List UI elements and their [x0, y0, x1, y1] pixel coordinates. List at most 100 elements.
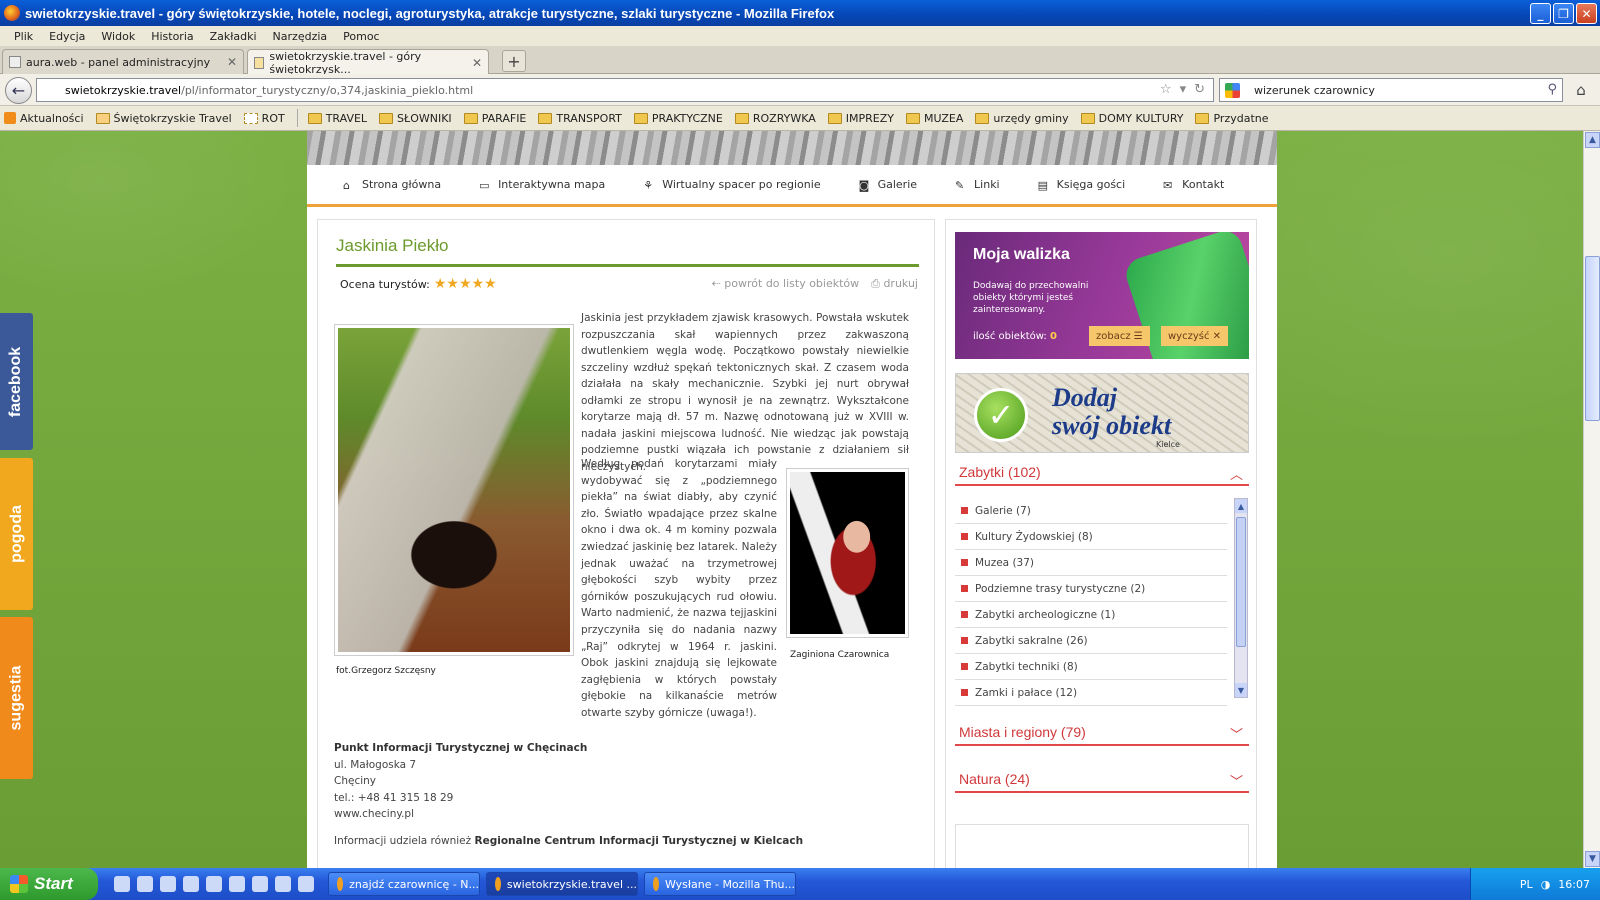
sugestia-sidetab[interactable]: sugestia [0, 617, 33, 779]
category-podziemne-trasy[interactable]: Podziemne trasy turystyczne (2) [955, 576, 1227, 602]
cave-photo[interactable] [334, 324, 574, 656]
app-icon[interactable] [298, 876, 314, 892]
bookmark-folder-travel[interactable]: TRAVEL [307, 112, 367, 125]
scroll-down-icon[interactable]: ▼ [1235, 683, 1247, 697]
bookmark-folder-praktyczne[interactable]: PRAKTYCZNE [633, 112, 723, 125]
bookmark-aktualnosci[interactable]: Aktualności [4, 112, 84, 125]
ie-icon[interactable] [160, 876, 176, 892]
clock[interactable]: 16:07 [1558, 878, 1590, 891]
bookmark-folder-imprezy[interactable]: IMPREZY [827, 112, 894, 125]
tray-icon[interactable]: ◑ [1541, 878, 1551, 891]
category-zabytki-sakralne[interactable]: Zabytki sakralne (26) [955, 628, 1227, 654]
scroll-thumb[interactable] [1585, 256, 1600, 421]
search-input[interactable]: wizerunek czarownicy [1254, 84, 1375, 97]
bookmark-folder-transport[interactable]: TRANSPORT [538, 112, 622, 125]
maximize-button[interactable]: ❐ [1553, 3, 1574, 24]
walizka-clear-button[interactable]: wyczyść ✕ [1161, 326, 1229, 346]
facebook-sidetab[interactable]: facebook [0, 313, 33, 450]
monitor-icon: ▭ [479, 178, 490, 192]
back-button[interactable]: ← [5, 77, 32, 104]
taskbar-item-swietokrzyskie[interactable]: swietokrzyskie.travel ... [486, 872, 638, 896]
section-zabytki[interactable]: Zabytki (102) ︿ [955, 460, 1249, 486]
close-button[interactable]: ✕ [1576, 3, 1597, 24]
category-kultury-zydowskiej[interactable]: Kultury Żydowskiej (8) [955, 524, 1227, 550]
scroll-down-icon[interactable]: ▼ [1585, 851, 1600, 867]
search-icon[interactable]: ⚲ [1547, 82, 1557, 97]
menu-edycja[interactable]: Edycja [41, 30, 93, 43]
bookmark-star-icon[interactable]: ☆ [1160, 82, 1172, 97]
page-container: ⌂ Strona główna ▭ Interaktywna mapa ⚘ Wirtu… [307, 131, 1277, 868]
new-tab-button[interactable]: + [502, 50, 526, 72]
reload-icon[interactable]: ↻ [1194, 82, 1205, 97]
scroll-up-icon[interactable]: ▲ [1235, 499, 1247, 513]
pogoda-sidetab[interactable]: pogoda [0, 458, 33, 610]
print-label: drukuj [883, 277, 918, 290]
category-galerie[interactable]: Galerie (7) [955, 498, 1227, 524]
page-scrollbar[interactable]: ▲ ▼ [1583, 131, 1600, 868]
chevron-down-icon[interactable]: ﹀ [1230, 724, 1243, 743]
minimize-button[interactable]: _ [1530, 3, 1551, 24]
bookmark-folder-muzea[interactable]: MUZEA [906, 112, 963, 125]
category-muzea[interactable]: Muzea (37) [955, 550, 1227, 576]
nav-strona-glowna[interactable]: ⌂ Strona główna [343, 178, 441, 192]
category-zabytki-archeologiczne[interactable]: Zabytki archeologiczne (1) [955, 602, 1227, 628]
url-bar[interactable]: swietokrzyskie.travel/pl/informator_tury… [36, 78, 1214, 102]
article-panel: Jaskinia Piekło Ocena turystów: ★★★★★ ⇠ … [317, 219, 935, 868]
nav-wirtualny-spacer[interactable]: ⚘ Wirtualny spacer po regionie [643, 178, 820, 192]
bookmark-folder-parafie[interactable]: PARAFIE [463, 112, 526, 125]
tab-swietokrzyskie[interactable]: swietokrzyskie.travel - góry świętokrzys… [247, 49, 489, 76]
dodaj-obiekt-banner[interactable]: ✓ Dodaj swój obiekt Kielce [955, 373, 1249, 453]
app-icon[interactable] [206, 876, 222, 892]
category-zamki-i-palace[interactable]: Zamki i pałace (12) [955, 680, 1227, 706]
menu-plik[interactable]: Plik [6, 30, 41, 43]
bookmark-folder-domy-kultury[interactable]: DOMY KULTURY [1080, 112, 1183, 125]
print-link[interactable]: ⎙ drukuj [871, 277, 918, 291]
quicklaunch-icon[interactable] [114, 876, 130, 892]
bookmark-folder-rozrywka[interactable]: ROZRYWKA [734, 112, 816, 125]
nav-interaktywna-mapa[interactable]: ▭ Interaktywna mapa [479, 178, 605, 192]
nav-kontakt[interactable]: ✉ Kontakt [1163, 178, 1224, 192]
nav-galerie[interactable]: ◙ Galerie [859, 178, 917, 192]
section-natura[interactable]: Natura (24) ﹀ [955, 767, 1249, 793]
rating-stars[interactable]: ★★★★★ [434, 276, 497, 292]
tab-close-icon[interactable]: ✕ [472, 56, 482, 70]
home-button[interactable]: ⌂ [1570, 79, 1592, 101]
menu-pomoc[interactable]: Pomoc [335, 30, 387, 43]
firefox-icon[interactable] [137, 876, 153, 892]
app-icon[interactable] [275, 876, 291, 892]
taskbar-item-znajdz-czarownice[interactable]: znajdź czarownicę - N... [328, 872, 480, 896]
menu-historia[interactable]: Historia [143, 30, 201, 43]
bookmark-swietokrzyskie-travel[interactable]: Świętokrzyskie Travel [95, 112, 232, 125]
bookmark-folder-slowniki[interactable]: SŁOWNIKI [379, 112, 452, 125]
back-to-list-link[interactable]: ⇠ powrót do listy obiektów [712, 277, 860, 291]
walizka-show-button[interactable]: zobacz ☰ [1089, 326, 1150, 346]
category-scrollbar[interactable]: ▲ ▼ [1234, 498, 1248, 698]
chevron-up-icon[interactable]: ︿ [1230, 464, 1243, 483]
tab-close-icon[interactable]: ✕ [227, 55, 237, 69]
menu-narzedzia[interactable]: Narzędzia [265, 30, 336, 43]
bookmark-folder-urzedy-gminy[interactable]: urzędy gminy [975, 112, 1069, 125]
chrome-icon[interactable] [183, 876, 199, 892]
scroll-thumb[interactable] [1236, 517, 1246, 647]
bookmark-rot[interactable]: ROT [243, 112, 285, 125]
taskbar-item-wyslane[interactable]: Wysłane - Mozilla Thu... [644, 872, 796, 896]
category-zabytki-techniki[interactable]: Zabytki techniki (8) [955, 654, 1227, 680]
start-button[interactable]: Start [0, 868, 98, 900]
menu-widok[interactable]: Widok [93, 30, 143, 43]
tab-aura-web[interactable]: aura.web - panel administracyjny ✕ [2, 49, 244, 74]
chevron-down-icon[interactable]: ﹀ [1230, 771, 1243, 790]
language-indicator[interactable]: PL [1520, 878, 1533, 891]
menu-zakladki[interactable]: Zakładki [202, 30, 265, 43]
witch-photo[interactable] [786, 468, 909, 638]
nav-linki[interactable]: ✎ Linki [955, 178, 1000, 192]
dropdown-icon[interactable]: ▾ [1180, 82, 1187, 97]
google-icon[interactable] [1225, 83, 1240, 98]
app-icon[interactable] [252, 876, 268, 892]
info-www-link[interactable]: www.checiny.pl [334, 806, 803, 823]
section-miasta-i-regiony[interactable]: Miasta i regiony (79) ﹀ [955, 720, 1249, 746]
nav-ksiega-gosci[interactable]: ▤ Księga gości [1038, 178, 1126, 192]
bookmark-folder-przydatne[interactable]: Przydatne [1195, 112, 1269, 125]
search-box[interactable]: wizerunek czarownicy ⚲ [1219, 78, 1563, 102]
app-icon[interactable] [229, 876, 245, 892]
scroll-up-icon[interactable]: ▲ [1585, 132, 1600, 148]
